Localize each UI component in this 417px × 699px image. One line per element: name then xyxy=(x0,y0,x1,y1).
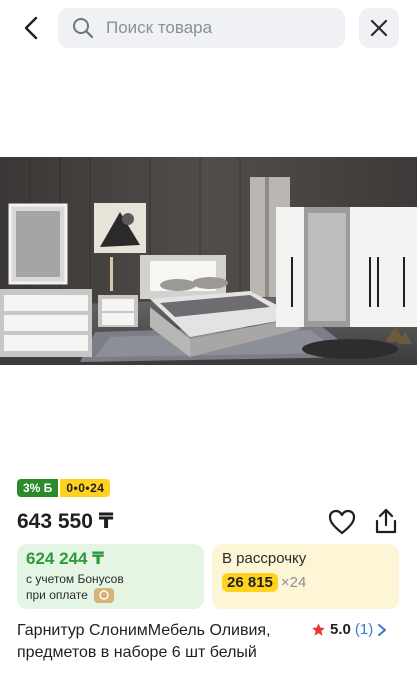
installment-title: В рассрочку xyxy=(222,550,307,567)
search-input[interactable] xyxy=(106,18,306,38)
bonus-note-payment-text: при оплате xyxy=(26,588,88,602)
back-button[interactable] xyxy=(18,14,46,42)
bonus-coin-icon xyxy=(93,587,114,603)
bonus-price-card[interactable]: 624 244 ₸ с учетом Бонусов при оплате xyxy=(17,544,204,609)
top-bar xyxy=(0,0,417,58)
search-box[interactable] xyxy=(58,8,345,48)
favorite-button[interactable] xyxy=(328,509,356,535)
share-icon xyxy=(375,508,397,534)
installment-amount: 26 815 xyxy=(222,573,278,592)
bedroom-illustration xyxy=(0,157,417,365)
close-icon xyxy=(370,19,388,37)
installment-row: 26 815 ×24 xyxy=(222,573,389,592)
product-rating[interactable]: 5.0 (1) xyxy=(311,621,387,638)
chevron-right-icon xyxy=(378,623,387,636)
chevron-left-icon xyxy=(24,16,38,40)
product-price: 643 550 ₸ xyxy=(17,510,114,533)
search-icon xyxy=(72,17,94,39)
star-icon xyxy=(312,623,325,636)
installment-badge: 0•0•24 xyxy=(60,479,111,497)
rating-count[interactable]: (1) xyxy=(355,621,373,638)
close-button[interactable] xyxy=(359,8,399,48)
heart-icon xyxy=(328,509,356,535)
bonus-note: с учетом Бонусов xyxy=(26,572,124,586)
product-title: Гарнитур СлонимМебель Оливия, предметов … xyxy=(17,622,271,661)
share-button[interactable] xyxy=(372,507,400,535)
promo-badges: 3% Б 0•0•24 xyxy=(17,479,111,497)
bonus-badge: 3% Б xyxy=(17,479,59,497)
rating-value: 5.0 xyxy=(330,621,351,638)
bonus-price: 624 244 ₸ xyxy=(26,549,105,568)
bonus-note-payment: при оплате xyxy=(26,587,195,603)
installment-multiplier: ×24 xyxy=(280,574,307,591)
product-image[interactable] xyxy=(0,157,417,365)
installment-card[interactable]: В рассрочку 26 815 ×24 xyxy=(212,544,399,609)
